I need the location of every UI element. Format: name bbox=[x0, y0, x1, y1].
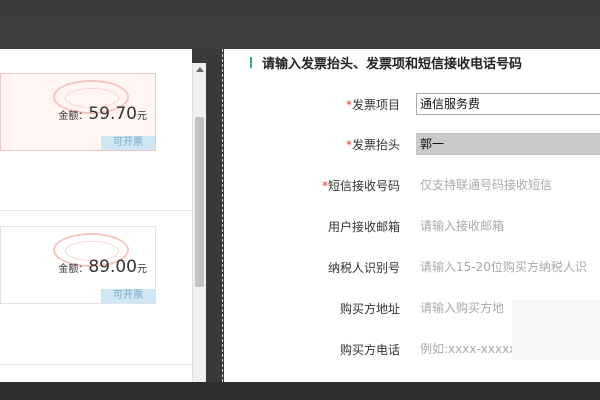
overlay-patch bbox=[512, 300, 600, 360]
invoice-item-label: *发票项目 bbox=[346, 96, 400, 113]
amount-value: 89.00 bbox=[88, 257, 137, 277]
sms-number-label: *短信接收号码 bbox=[322, 177, 400, 194]
bill-card-2[interactable]: 金额：89.00元 可开票 bbox=[0, 226, 156, 304]
dimmed-header-strip bbox=[0, 17, 600, 49]
window-bottom-bar bbox=[0, 382, 600, 400]
window-top-bar bbox=[0, 0, 600, 17]
invoice-available-badge: 可开票 bbox=[101, 289, 155, 303]
amount-unit: 元 bbox=[137, 111, 147, 122]
invoice-item-select[interactable]: 通信服务费 bbox=[416, 93, 600, 115]
row-invoice-title: *发票抬头 郭一 bbox=[224, 133, 600, 157]
label-text: 短信接收号码 bbox=[327, 179, 400, 193]
list-divider bbox=[0, 364, 192, 365]
amount-unit: 元 bbox=[137, 264, 147, 275]
list-scrollbar[interactable] bbox=[192, 63, 206, 382]
amount-value: 59.70 bbox=[88, 104, 137, 124]
scrollbar-thumb[interactable] bbox=[195, 117, 204, 287]
title-accent-bar bbox=[250, 57, 252, 68]
buyer-phone-label: 购买方电话 bbox=[339, 343, 400, 357]
label-text: 发票抬头 bbox=[351, 138, 400, 152]
bill-amount-1: 金额：59.70元 bbox=[58, 104, 147, 124]
bill-list-panel: 金额：59.70元 可开票 金额：89.00元 可开票 bbox=[0, 49, 192, 382]
invoice-available-badge: 可开票 bbox=[101, 136, 155, 150]
invoice-title-input[interactable]: 郭一 bbox=[416, 133, 600, 155]
list-divider bbox=[0, 210, 192, 211]
scroll-up-arrow-icon[interactable] bbox=[196, 67, 204, 72]
panel-divider bbox=[222, 49, 223, 382]
amount-label: 金额： bbox=[58, 264, 89, 275]
invoice-title-label: *发票抬头 bbox=[346, 136, 400, 153]
email-input[interactable]: 请输入接收邮箱 bbox=[416, 215, 600, 237]
row-taxpayer-id: 纳税人识别号 请输入15-20位购买方纳税人识 bbox=[224, 256, 600, 280]
amount-label: 金额： bbox=[58, 111, 89, 122]
taxpayer-id-input[interactable]: 请输入15-20位购买方纳税人识 bbox=[416, 256, 600, 278]
taxpayer-id-label: 纳税人识别号 bbox=[327, 261, 400, 275]
form-title: 请输入发票抬头、发票项和短信接收电话号码 bbox=[262, 57, 523, 72]
row-sms-number: *短信接收号码 仅支持联通号码接收短信 bbox=[224, 174, 600, 198]
row-invoice-item: *发票项目 通信服务费 bbox=[224, 93, 600, 117]
label-text: 发票项目 bbox=[351, 98, 400, 112]
email-label: 用户接收邮箱 bbox=[327, 220, 400, 234]
sms-number-input[interactable]: 仅支持联通号码接收短信 bbox=[416, 174, 600, 196]
bill-card-1[interactable]: 金额：59.70元 可开票 bbox=[0, 73, 156, 151]
buyer-address-label: 购买方地址 bbox=[339, 302, 400, 316]
row-email: 用户接收邮箱 请输入接收邮箱 bbox=[224, 215, 600, 239]
bill-amount-2: 金额：89.00元 bbox=[58, 257, 147, 277]
